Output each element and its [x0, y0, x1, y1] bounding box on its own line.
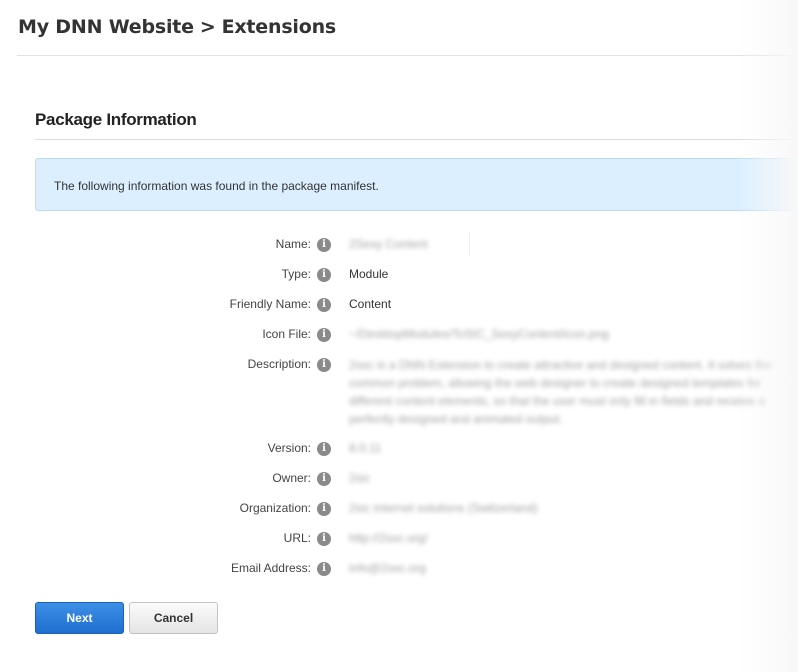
info-icon[interactable]: i — [317, 532, 331, 546]
field-value: ~/DesktopModules/ToSIC_SexyContent/icon.… — [349, 327, 609, 341]
info-icon[interactable]: i — [317, 358, 331, 372]
field-label: Description: — [247, 357, 311, 371]
info-icon[interactable]: i — [317, 472, 331, 486]
info-icon[interactable]: i — [317, 298, 331, 312]
field-value: 2sic — [349, 471, 371, 485]
field-label: Name: — [275, 237, 311, 251]
header-divider — [17, 55, 798, 56]
name-field-divider — [469, 232, 470, 256]
info-icon[interactable]: i — [317, 562, 331, 576]
section-divider — [35, 139, 798, 140]
next-button[interactable]: Next — [35, 602, 124, 634]
field-value: 2sxc is a DNN Extension to create attrac… — [349, 358, 772, 426]
field-label: Organization: — [239, 501, 311, 515]
field-value: info@2sxc.org — [349, 561, 426, 575]
field-value: Content — [349, 297, 392, 311]
field-label: Email Address: — [230, 561, 311, 575]
breadcrumb-separator: > — [199, 16, 216, 38]
info-icon[interactable]: i — [317, 442, 331, 456]
field-label: URL: — [283, 531, 311, 545]
info-icon[interactable]: i — [317, 238, 331, 252]
field-value: http://2sxc.org/ — [349, 531, 428, 545]
field-label: Icon File: — [262, 327, 311, 341]
field-label: Friendly Name: — [229, 297, 311, 311]
info-message: The following information was found in t… — [54, 179, 379, 193]
right-edge-fade — [738, 0, 798, 672]
field-value: 2Sexy Content — [349, 237, 428, 251]
cancel-button[interactable]: Cancel — [129, 602, 218, 634]
field-label: Owner: — [272, 471, 311, 485]
info-icon[interactable]: i — [317, 328, 331, 342]
info-message-box: The following information was found in t… — [35, 158, 798, 211]
breadcrumb-page[interactable]: Extensions — [222, 16, 337, 38]
section-title: Package Information — [35, 110, 197, 129]
breadcrumb-site[interactable]: My DNN Website — [18, 16, 194, 38]
field-label: Type: — [281, 267, 311, 281]
breadcrumb: My DNN Website > Extensions — [18, 16, 336, 38]
field-value: 2sic internet solutions (Switzerland) — [349, 501, 538, 515]
field-value: Module — [349, 267, 389, 281]
field-label: Version: — [267, 441, 311, 455]
info-icon[interactable]: i — [317, 268, 331, 282]
field-value: 8.0.11 — [349, 441, 382, 455]
info-icon[interactable]: i — [317, 502, 331, 516]
